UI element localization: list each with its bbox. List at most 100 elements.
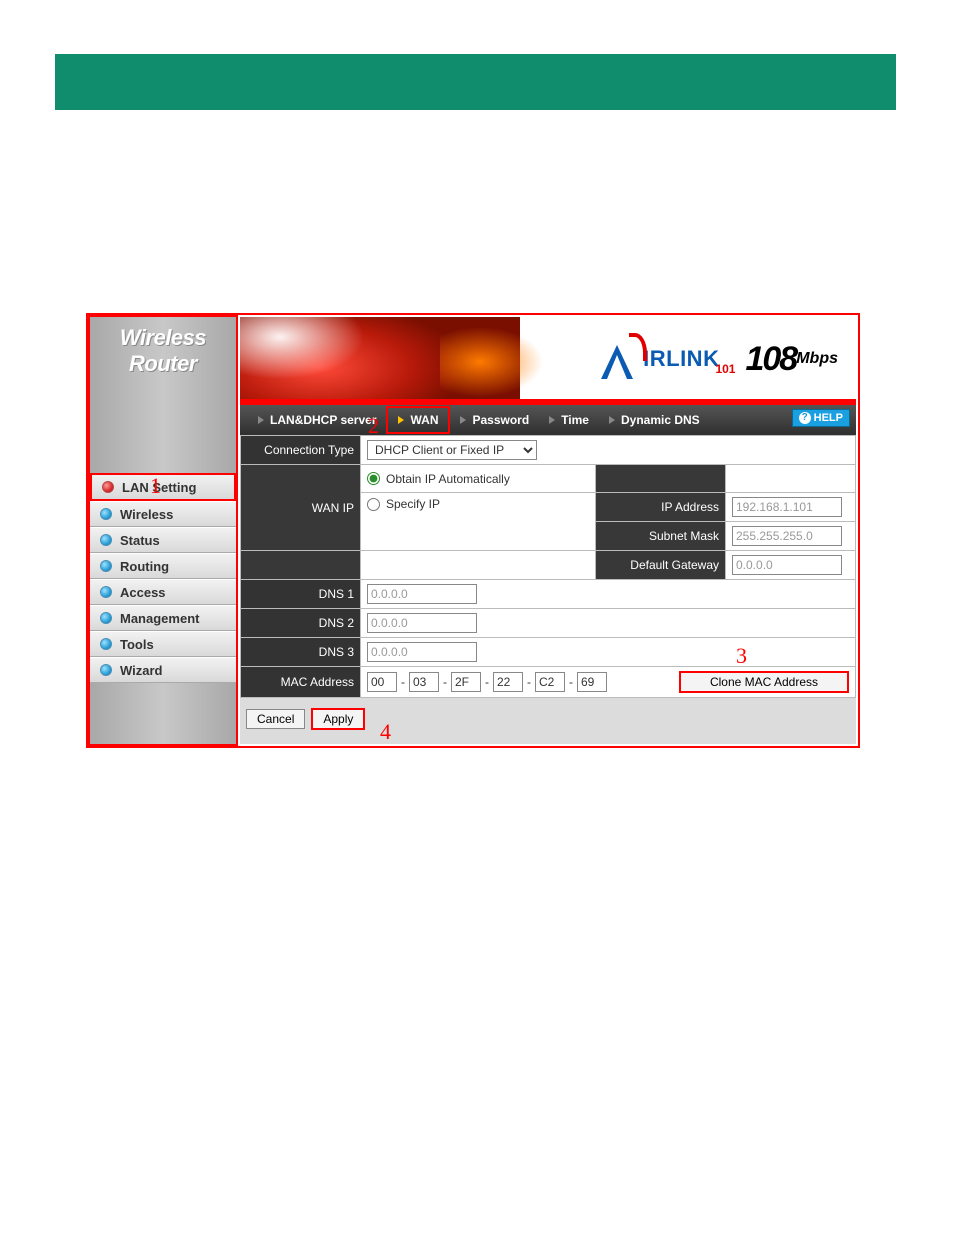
sidebar-item-wizard[interactable]: Wizard — [90, 657, 236, 683]
label-default-gateway: Default Gateway — [596, 551, 726, 580]
ip-address-input[interactable] — [732, 497, 842, 517]
sidebar-item-status[interactable]: Status — [90, 527, 236, 553]
tab-password[interactable]: Password — [450, 405, 539, 435]
sidebar-item-tools[interactable]: Tools — [90, 631, 236, 657]
page-accent-bar — [55, 54, 896, 110]
cell-ip-address — [726, 493, 856, 522]
bullet-icon — [100, 586, 112, 598]
cell-obtain: Obtain IP Automatically — [361, 465, 596, 493]
chevron-right-icon — [609, 416, 615, 424]
tab-lan-dhcp[interactable]: LAN&DHCP server — [248, 405, 386, 435]
row-wan-ip-1: WAN IP Obtain IP Automatically — [241, 465, 856, 493]
product-title-line2: Router — [90, 351, 236, 377]
mac-sep: - — [401, 675, 405, 689]
clone-mac-button[interactable]: Clone MAC Address — [679, 671, 849, 693]
dns3-input[interactable] — [367, 642, 477, 662]
radio-obtain-ip-input[interactable] — [367, 472, 380, 485]
brand-speed: 108 — [745, 340, 796, 379]
mac-sep: - — [527, 675, 531, 689]
chevron-right-icon — [460, 416, 466, 424]
row-dns2: DNS 2 — [241, 609, 856, 638]
row-dns3: DNS 3 — [241, 638, 856, 667]
empty-cell — [596, 465, 726, 493]
cell-dns3 — [361, 638, 856, 667]
sidebar-inner: Wireless Router LAN Setting Wireless Sta… — [90, 317, 236, 744]
cell-dns1 — [361, 580, 856, 609]
label-mac-address: MAC Address — [241, 667, 361, 698]
banner-swoosh-graphic — [240, 317, 520, 405]
bullet-icon — [102, 481, 114, 493]
label-dns1: DNS 1 — [241, 580, 361, 609]
empty-cell — [726, 465, 856, 493]
sidebar-item-label: LAN Setting — [122, 480, 196, 495]
sidebar-item-routing[interactable]: Routing — [90, 553, 236, 579]
sidebar-menu: LAN Setting Wireless Status Routing Acce… — [90, 473, 236, 683]
apply-button[interactable]: Apply — [311, 708, 365, 730]
brand-logo: IRLINK 101 108 Mbps — [597, 335, 838, 383]
tab-label: Time — [561, 413, 589, 427]
sidebar-item-access[interactable]: Access — [90, 579, 236, 605]
cancel-button[interactable]: Cancel — [246, 709, 305, 729]
label-wan-ip: WAN IP — [241, 465, 361, 551]
sidebar-item-label: Wizard — [120, 663, 163, 678]
mac-sep: - — [443, 675, 447, 689]
default-gateway-input[interactable] — [732, 555, 842, 575]
brand-banner: IRLINK 101 108 Mbps — [240, 317, 856, 405]
swish-icon — [629, 333, 647, 361]
sidebar-item-label: Management — [120, 611, 199, 626]
wan-settings-table: Connection Type DHCP Client or Fixed IP … — [240, 435, 856, 698]
mac-octet-6-input[interactable] — [577, 672, 607, 692]
tab-label: WAN — [410, 413, 438, 427]
mac-octet-3-input[interactable] — [451, 672, 481, 692]
product-title: Wireless Router — [90, 317, 236, 389]
bullet-icon — [100, 534, 112, 546]
empty-label — [241, 551, 361, 580]
sidebar-item-wireless[interactable]: Wireless — [90, 501, 236, 527]
connection-type-select[interactable]: DHCP Client or Fixed IP — [367, 440, 537, 460]
cell-specify: Specify IP — [361, 493, 596, 551]
cell-mac-address: - - - - - Clone MAC Address — [361, 667, 856, 698]
tab-dynamic-dns[interactable]: Dynamic DNS — [599, 405, 710, 435]
bullet-icon — [100, 638, 112, 650]
mac-octet-2-input[interactable] — [409, 672, 439, 692]
brand-name: IRLINK — [643, 346, 719, 372]
dns1-input[interactable] — [367, 584, 477, 604]
radio-obtain-ip[interactable]: Obtain IP Automatically — [367, 472, 589, 486]
radio-obtain-ip-label: Obtain IP Automatically — [386, 472, 510, 486]
label-dns2: DNS 2 — [241, 609, 361, 638]
product-title-line1: Wireless — [90, 325, 236, 351]
mac-octet-5-input[interactable] — [535, 672, 565, 692]
tab-label: LAN&DHCP server — [270, 413, 376, 427]
dns2-input[interactable] — [367, 613, 477, 633]
sidebar: Wireless Router LAN Setting Wireless Sta… — [88, 315, 238, 746]
chevron-right-icon — [549, 416, 555, 424]
row-default-gateway: Default Gateway — [241, 551, 856, 580]
sidebar-item-management[interactable]: Management — [90, 605, 236, 631]
cell-default-gateway — [726, 551, 856, 580]
sidebar-item-label: Tools — [120, 637, 154, 652]
sidebar-item-lan-setting[interactable]: LAN Setting — [90, 473, 236, 501]
label-subnet-mask: Subnet Mask — [596, 522, 726, 551]
brand-sub: 101 — [715, 362, 735, 376]
bullet-icon — [100, 612, 112, 624]
router-admin-window: Wireless Router LAN Setting Wireless Sta… — [86, 313, 860, 748]
row-connection-type: Connection Type DHCP Client or Fixed IP — [241, 436, 856, 465]
radio-specify-ip[interactable]: Specify IP — [367, 497, 589, 511]
row-mac-address: MAC Address - - - - - Clone MAC Address — [241, 667, 856, 698]
tab-time[interactable]: Time — [539, 405, 599, 435]
mac-octet-1-input[interactable] — [367, 672, 397, 692]
sidebar-item-label: Wireless — [120, 507, 173, 522]
tab-label: Password — [472, 413, 529, 427]
content-area: IRLINK 101 108 Mbps LAN&DHCP server WAN … — [240, 317, 856, 744]
mac-octet-4-input[interactable] — [493, 672, 523, 692]
tab-bar: LAN&DHCP server WAN Password Time Dynami… — [240, 405, 856, 435]
help-label: HELP — [814, 412, 843, 424]
tab-wan[interactable]: WAN — [386, 406, 450, 434]
brand-unit: Mbps — [796, 350, 838, 368]
chevron-right-icon — [398, 416, 404, 424]
radio-specify-ip-label: Specify IP — [386, 497, 440, 511]
radio-specify-ip-input[interactable] — [367, 498, 380, 511]
help-button[interactable]: HELP — [792, 409, 850, 427]
tab-label: Dynamic DNS — [621, 413, 700, 427]
subnet-mask-input[interactable] — [732, 526, 842, 546]
